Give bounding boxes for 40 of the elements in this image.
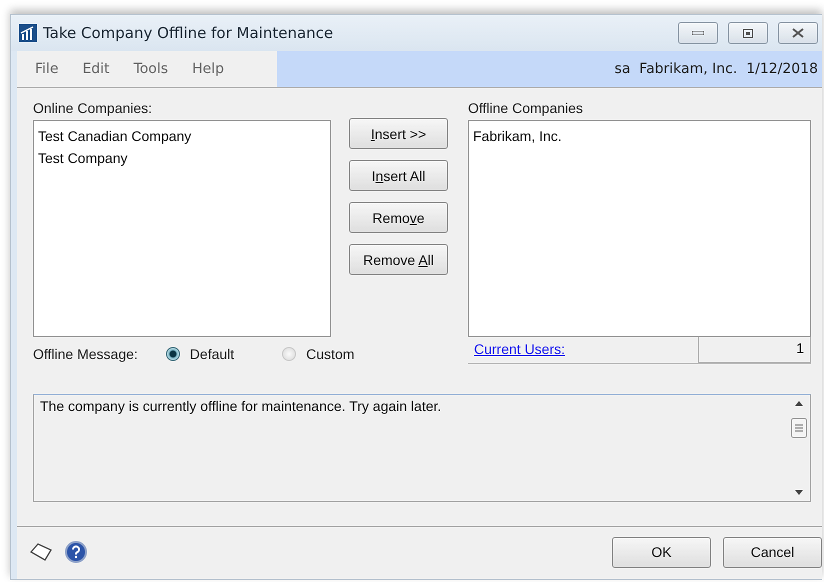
offline-message-label: Offline Message: <box>33 346 138 362</box>
user-count: 1 <box>698 337 811 363</box>
chart-icon <box>19 24 37 42</box>
online-companies-list[interactable]: Test Canadian Company Test Company <box>33 120 331 337</box>
message-box[interactable]: The company is currently offline for maintenance. Try again later. <box>33 394 811 502</box>
scroll-up-icon[interactable] <box>795 401 803 406</box>
help-icon[interactable] <box>65 541 87 563</box>
current-users-link[interactable]: Current Users: <box>468 337 698 363</box>
menu-item[interactable]: Help <box>180 61 236 77</box>
scroll-thumb-icon[interactable] <box>791 418 807 438</box>
maximize-icon <box>743 28 753 38</box>
radio-button[interactable] <box>166 347 180 361</box>
list-item[interactable]: Test Canadian Company <box>38 125 326 147</box>
menu-item[interactable]: Edit <box>70 61 122 77</box>
offline-companies-list[interactable]: Fabrikam, Inc. <box>468 120 811 337</box>
dialog-button[interactable]: Cancel <box>723 536 822 568</box>
scroll-down-icon[interactable] <box>795 490 803 495</box>
radio-button[interactable] <box>282 347 296 361</box>
radio-label: Default <box>190 346 234 362</box>
close-button[interactable] <box>778 22 818 44</box>
action-button[interactable]: Remove <box>349 202 448 233</box>
offline-companies-label: Offline Companies <box>468 100 584 118</box>
list-item[interactable]: Test Company <box>38 147 326 169</box>
action-button[interactable]: Insert All <box>349 160 448 191</box>
radio-label: Custom <box>306 346 354 362</box>
dialog-button[interactable]: OK <box>612 536 711 568</box>
close-icon <box>792 28 804 38</box>
action-button[interactable]: Remove All <box>349 244 448 275</box>
minimize-icon <box>692 31 704 35</box>
list-item[interactable]: Fabrikam, Inc. <box>473 125 806 147</box>
window-title: Take Company Offline for Maintenance <box>43 24 334 42</box>
menu-item[interactable]: File <box>17 61 70 77</box>
minimize-button[interactable] <box>678 22 718 44</box>
maximize-button[interactable] <box>728 22 768 44</box>
note-icon[interactable] <box>29 542 53 562</box>
status-info: sa Fabrikam, Inc. 1/12/2018 <box>614 61 819 77</box>
message-text: The company is currently offline for maintenance. Try again later. <box>39 397 442 416</box>
menu-item[interactable]: Tools <box>122 61 180 77</box>
online-companies-label: Online Companies: <box>33 100 154 118</box>
action-button[interactable]: Insert >> <box>349 118 448 149</box>
